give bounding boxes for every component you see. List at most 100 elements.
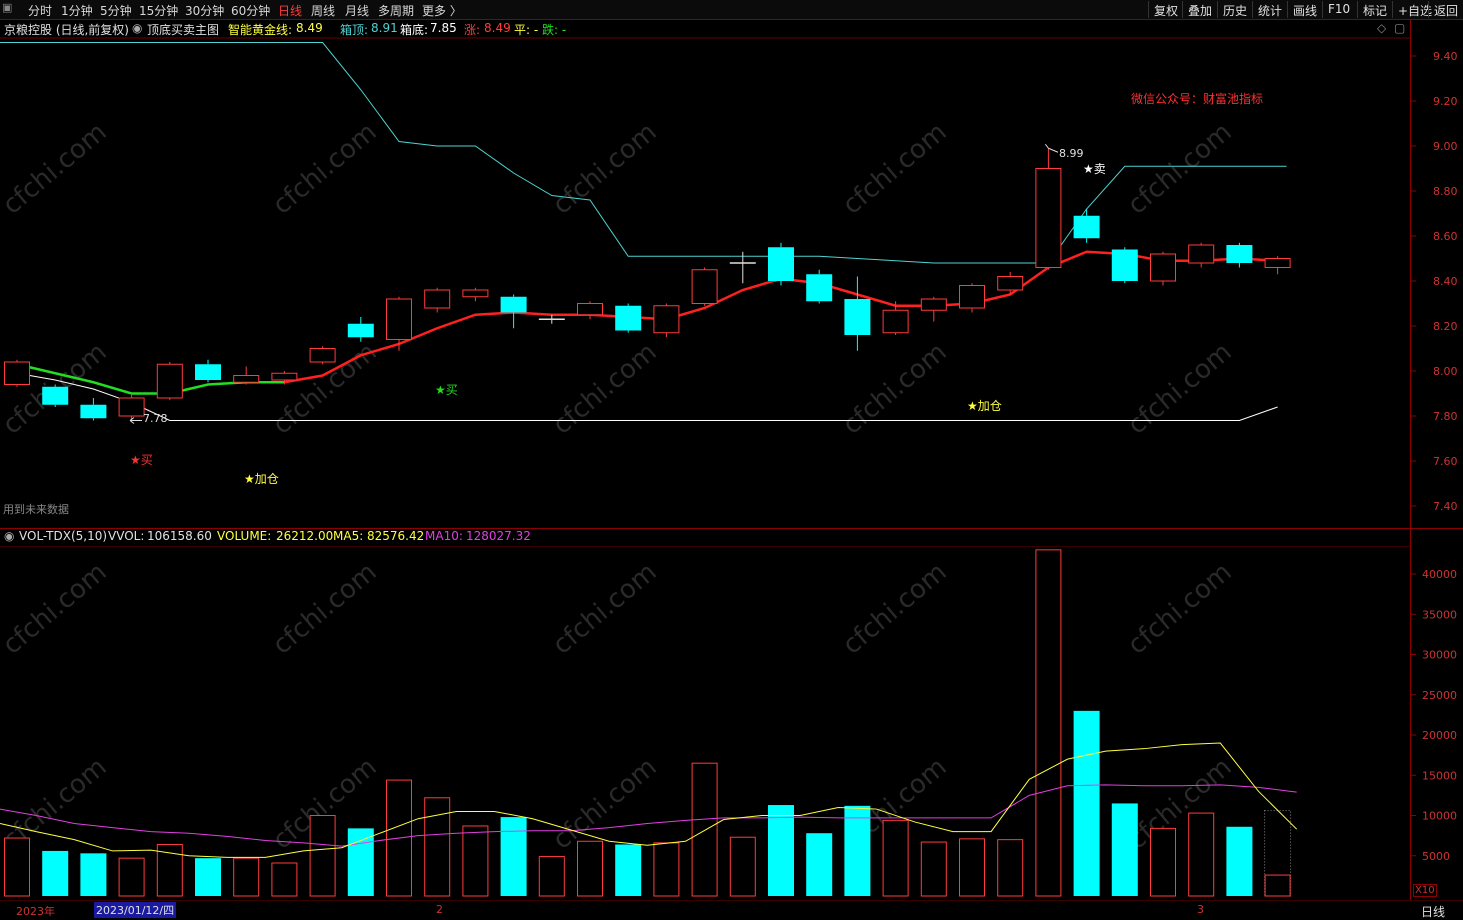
watermark-text: cfchi.com <box>0 117 112 220</box>
volume-bar-down <box>195 858 221 896</box>
candle-up <box>882 309 909 334</box>
overlay-button[interactable]: 叠加 <box>1182 1 1217 18</box>
volume-tick-label: 10000 <box>1422 810 1457 823</box>
candle-down <box>615 305 642 331</box>
period-tab-15min[interactable]: 15分钟 <box>139 2 178 19</box>
volume-tick-label: 40000 <box>1422 568 1457 581</box>
f10-button[interactable]: F10 <box>1322 1 1355 18</box>
stock-title[interactable]: 京粮控股 (日线,前复权) <box>4 21 129 37</box>
watermark-text: cfchi.com <box>267 557 382 660</box>
restore-rights-button[interactable]: 复权 <box>1148 1 1183 18</box>
price-axis: 9.40 9.20 9.00 8.80 8.60 8.40 8.20 8.00 7.80 7.60… <box>1410 50 1458 513</box>
period-tab-5min[interactable]: 5分钟 <box>100 2 132 19</box>
volume-axis: 40000 35000 30000 25000 20000 15000 10000 5000 <box>1410 568 1457 863</box>
period-tab-1min[interactable]: 1分钟 <box>61 2 93 19</box>
period-tab-daily[interactable]: 日线 <box>278 2 302 19</box>
period-indicator[interactable]: 日线 <box>1421 903 1445 920</box>
month-label-3: 3 <box>1197 903 1204 916</box>
gold-line-value: 8.49 <box>296 21 323 35</box>
watermark-text: cfchi.com <box>0 337 112 440</box>
volume-ma5-line <box>0 742 1298 858</box>
period-tab-multi[interactable]: 多周期 <box>378 2 414 19</box>
date-axis: 2023年 2023/01/12/四 2 3 日线 <box>0 900 1463 919</box>
ma10-label: MA10: <box>425 529 463 543</box>
fall-label: 跌: - <box>542 23 567 37</box>
flat-label: 平: - <box>514 23 539 37</box>
year-label: 2023年 <box>16 905 55 918</box>
watermark-text: cfchi.com <box>267 752 382 855</box>
vol-settings-icon[interactable]: ◉ <box>4 529 14 545</box>
draw-line-button[interactable]: 画线 <box>1287 1 1322 18</box>
mark-button[interactable]: 标记 <box>1357 1 1392 18</box>
rise-value: 8.49 <box>484 21 511 35</box>
back-button[interactable]: 返回 <box>1428 1 1463 18</box>
volume-tick-label: 25000 <box>1422 689 1457 702</box>
candle-up <box>118 397 145 417</box>
volume-bar-up <box>386 779 412 897</box>
vol-indicator-name[interactable]: VOL-TDX(5,10) <box>19 529 107 545</box>
watermark-text: cfchi.com <box>0 557 112 660</box>
gold-line <box>284 250 1278 384</box>
watermark-text: cfchi.com <box>1122 557 1237 660</box>
volume-bar-up <box>156 843 183 897</box>
candle-down <box>195 364 221 380</box>
candle-down <box>768 247 794 281</box>
volume-bar-down <box>806 833 833 896</box>
period-tab-timeshare[interactable]: 分时 <box>28 2 52 19</box>
volume-bar-up <box>309 815 336 897</box>
add-position-signal-2: ★加仓 <box>967 399 1002 413</box>
period-tab-60min[interactable]: 60分钟 <box>231 2 270 19</box>
candle-down <box>500 296 527 313</box>
volume-bar-estimate <box>1264 810 1292 897</box>
box-bottom-value: 7.85 <box>430 21 457 35</box>
candle-down <box>347 323 374 338</box>
volume-tick-label: 30000 <box>1422 649 1457 662</box>
expand-icon[interactable]: ▢ <box>1394 21 1405 37</box>
candle-up <box>577 303 603 316</box>
period-tab-weekly[interactable]: 周线 <box>311 2 335 19</box>
price-tick-label: 8.20 <box>1433 320 1458 333</box>
candle-down <box>80 404 107 419</box>
watermark-text: cfchi.com <box>547 117 662 220</box>
add-position-signal-1: ★加仓 <box>244 472 279 486</box>
high-price-label: 8.99 <box>1059 147 1084 160</box>
ma5-value: 82576.42 <box>367 529 425 543</box>
rise-label: 涨: <box>464 23 481 37</box>
watermark-text: cfchi.com <box>267 337 382 440</box>
volume-bar-down <box>1111 803 1138 896</box>
watermark-text: cfchi.com <box>837 557 952 660</box>
volume-tick-label: 20000 <box>1422 729 1457 742</box>
high-price-marker <box>1045 143 1059 153</box>
gold-line-label: 智能黄金线: <box>228 23 293 37</box>
period-tab-monthly[interactable]: 月线 <box>345 2 369 19</box>
candle-up <box>1035 168 1062 268</box>
vvol-label: VVOL: <box>108 529 145 543</box>
period-tab-more[interactable]: 更多 〉 <box>422 2 462 19</box>
candle-up <box>997 276 1024 291</box>
box-top-value: 8.91 <box>371 21 398 35</box>
volume-bar-down <box>80 853 107 896</box>
indicator-name[interactable]: 顶底买卖主图 <box>147 21 219 37</box>
statistics-button[interactable]: 统计 <box>1252 1 1287 18</box>
period-tab-30min[interactable]: 30分钟 <box>185 2 224 19</box>
candle-up <box>309 348 336 363</box>
price-tick-label: 9.20 <box>1433 95 1458 108</box>
volume-bar-up <box>271 862 298 897</box>
volume-bar-up <box>1150 827 1176 897</box>
candle-up <box>1188 244 1215 264</box>
indicator-settings-icon[interactable]: ◉ <box>132 21 142 37</box>
price-tick-label: 7.80 <box>1433 410 1458 423</box>
candle-up <box>424 289 451 309</box>
volume-bar-up <box>1264 874 1291 897</box>
history-button[interactable]: 历史 <box>1217 1 1252 18</box>
diamond-icon[interactable]: ◇ <box>1377 21 1386 37</box>
volume-bar-down <box>615 844 642 896</box>
volume-bar-up <box>118 857 145 897</box>
watermark-text: cfchi.com <box>547 557 662 660</box>
buy-signal-red: ★买 <box>130 453 153 467</box>
volume-bar-up <box>997 839 1024 897</box>
menu-icon[interactable]: ▣ <box>2 1 12 14</box>
box-bottom-label: 箱底: <box>400 23 429 37</box>
volume-tick-label: 5000 <box>1422 850 1450 863</box>
candle-down <box>806 274 833 302</box>
